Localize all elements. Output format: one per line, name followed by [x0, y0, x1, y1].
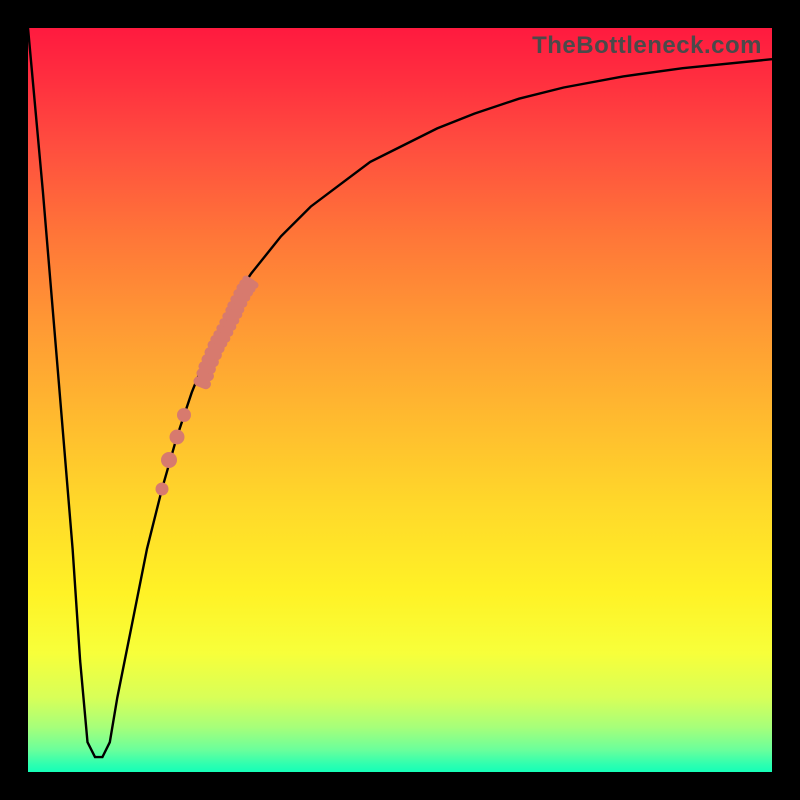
watermark-text: TheBottleneck.com	[532, 32, 762, 60]
data-points-layer	[28, 28, 772, 772]
highlight-point	[161, 452, 177, 468]
highlight-point	[177, 408, 191, 422]
plot-area: TheBottleneck.com	[28, 28, 772, 772]
highlight-point	[155, 483, 168, 496]
chart-frame: TheBottleneck.com	[0, 0, 800, 800]
highlight-point	[169, 430, 184, 445]
